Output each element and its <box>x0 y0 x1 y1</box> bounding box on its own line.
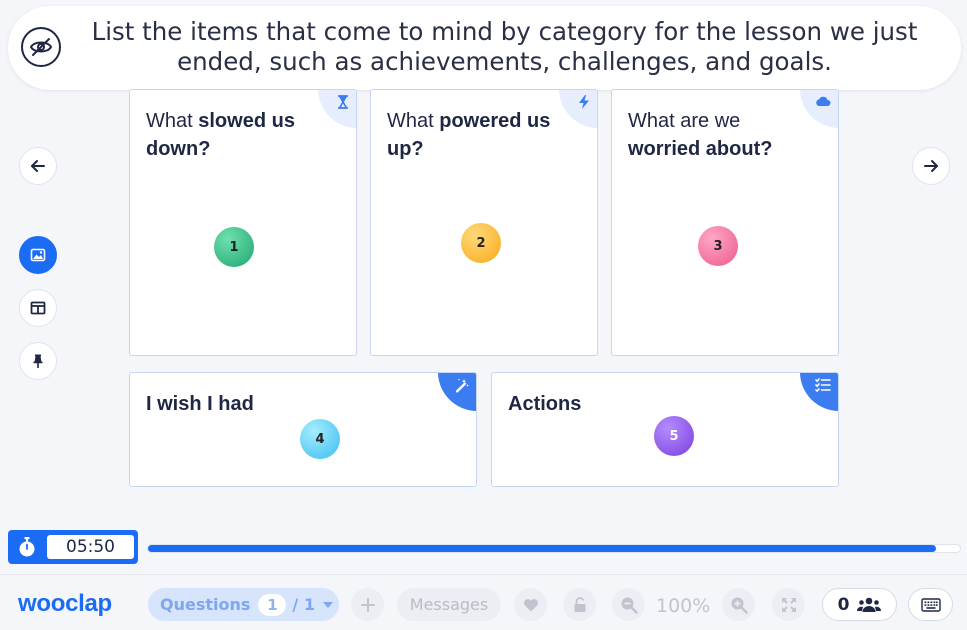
eye-off-icon <box>29 38 53 56</box>
cloud-icon <box>816 96 831 106</box>
pin-icon <box>33 354 43 368</box>
timer-value: 05:50 <box>47 535 134 559</box>
previous-button[interactable] <box>19 147 57 185</box>
zoom-out-icon <box>621 597 638 614</box>
arrow-left-icon <box>31 160 45 172</box>
participants-count: 0 <box>837 594 850 615</box>
plus-icon <box>360 597 375 612</box>
fullscreen-button[interactable] <box>772 588 805 621</box>
image-icon <box>30 248 46 262</box>
card-title: Actions <box>508 393 582 415</box>
timer-progress-bar <box>147 544 961 553</box>
card-number-badge: 3 <box>698 226 738 266</box>
timer-progress-fill <box>148 545 936 552</box>
zoom-in-icon <box>731 597 748 614</box>
lock-button[interactable] <box>563 588 596 621</box>
zoom-level: 100% <box>656 595 711 617</box>
question-text: List the items that come to mind by cate… <box>91 17 918 76</box>
hourglass-icon <box>338 95 348 109</box>
lightning-icon <box>579 95 589 109</box>
arrow-right-icon <box>924 160 938 172</box>
questions-dropdown[interactable]: Questions 1 / 1 <box>148 588 339 621</box>
category-card-actions[interactable]: Actions 5 <box>491 372 839 487</box>
keyboard-shortcuts-button[interactable] <box>908 588 953 621</box>
category-card-i-wish[interactable]: I wish I had 4 <box>129 372 477 487</box>
question-total: / 1 <box>292 595 315 614</box>
card-title: What are we worried about? <box>628 110 773 160</box>
card-number-badge: 2 <box>461 223 501 263</box>
magic-wand-icon <box>455 378 469 393</box>
card-number-badge: 1 <box>214 227 254 267</box>
card-number-badge: 4 <box>300 419 340 459</box>
checklist-icon <box>815 378 831 392</box>
category-card-worried-about[interactable]: What are we worried about? 3 <box>611 89 839 356</box>
layout-button[interactable] <box>19 289 57 327</box>
category-card-slowed-down[interactable]: What slowed us down? 1 <box>129 89 357 356</box>
layout-icon <box>30 301 46 315</box>
zoom-in-button[interactable] <box>722 588 755 621</box>
stopwatch-icon <box>19 537 35 557</box>
add-question-button[interactable] <box>351 588 384 621</box>
pin-button[interactable] <box>19 342 57 380</box>
fullscreen-icon <box>781 597 796 612</box>
card-title: I wish I had <box>146 393 254 415</box>
zoom-out-button[interactable] <box>612 588 645 621</box>
questions-label: Questions <box>160 595 251 614</box>
timer[interactable]: 05:50 <box>8 530 138 564</box>
card-corner <box>800 373 838 411</box>
card-title: What slowed us down? <box>146 110 295 160</box>
bottom-toolbar: wooclap Questions 1 / 1 Messages 100% 0 <box>0 574 967 630</box>
users-icon <box>857 597 882 612</box>
card-title: What powered us up? <box>387 110 551 160</box>
heart-icon <box>523 598 538 611</box>
caret-down-icon <box>322 601 333 608</box>
reactions-button[interactable] <box>514 588 547 621</box>
unlock-icon <box>574 596 585 612</box>
question-header: List the items that come to mind by cate… <box>8 6 961 90</box>
next-button[interactable] <box>912 147 950 185</box>
question-current: 1 <box>258 593 287 616</box>
keyboard-icon <box>920 597 941 612</box>
hide-question-button[interactable] <box>21 27 61 67</box>
image-view-button[interactable] <box>19 236 57 274</box>
wooclap-logo[interactable]: wooclap <box>18 590 112 618</box>
question-counter: 1 / 1 <box>258 593 333 616</box>
messages-button[interactable]: Messages <box>397 588 501 621</box>
card-corner <box>438 373 476 411</box>
card-number-badge: 5 <box>654 416 694 456</box>
category-card-powered-up[interactable]: What powered us up? 2 <box>370 89 598 356</box>
participants-button[interactable]: 0 <box>822 588 897 621</box>
